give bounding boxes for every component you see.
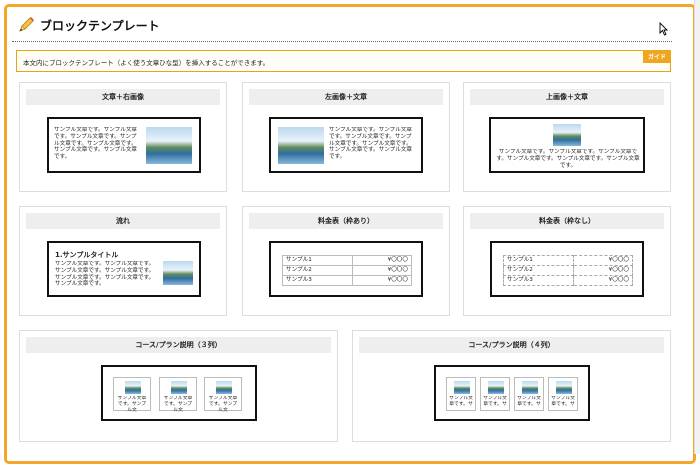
- panel-header: ブロックテンプレート: [12, 10, 672, 42]
- table-row: サンプル2 ¥〇〇〇: [281, 265, 412, 276]
- course-image: [556, 381, 572, 394]
- price-row-price: ¥〇〇〇: [352, 265, 412, 276]
- course-image: [454, 381, 470, 394]
- template-card-price-table-bordered[interactable]: 料金表（枠あり） サンプル1 ¥〇〇〇 サンプル2 ¥〇〇〇 サンプル3 ¥〇〇〇: [242, 206, 450, 316]
- course-text: サンプル文章です。サ: [483, 396, 507, 407]
- course-text: サンプル文章です。サンプル文: [117, 396, 147, 413]
- price-row-price: ¥〇〇〇: [573, 255, 633, 266]
- card-title: 文章＋右画像: [26, 89, 220, 105]
- course-text: サンプル文章です。サ: [449, 396, 473, 407]
- template-preview: サンプル文章です。サンプル文章です。サンプル文章です。サンプル文章です。サンプル…: [269, 117, 423, 173]
- table-row: サンプル1 ¥〇〇〇: [281, 255, 412, 266]
- price-row-name: サンプル3: [281, 275, 354, 286]
- guide-box: 本文内にブロックテンプレート（よく使う文章ひな型）を挿入することができます。 ガ…: [16, 50, 671, 72]
- course-item: サンプル文章です。サ: [548, 377, 578, 411]
- template-preview: サンプル文章です。サンプル文 サンプル文章です。サンプル文 サンプル文章です。サ…: [101, 365, 257, 421]
- template-card-price-table-borderless[interactable]: 料金表（枠なし） サンプル1 ¥〇〇〇 サンプル2 ¥〇〇〇 サンプル3 ¥〇〇〇: [463, 206, 671, 316]
- card-title: 流れ: [26, 213, 220, 229]
- course-item: サンプル文章です。サンプル文: [159, 377, 197, 413]
- cursor-icon: [659, 22, 668, 36]
- template-preview: サンプル文章です。サ サンプル文章です。サ サンプル文章です。サ サンプル文章で…: [434, 365, 590, 421]
- preview-text: サンプル文章です。サンプル文章です。サンプル文章です。サンプル文章です。サンプル…: [54, 127, 138, 161]
- course-item: サンプル文章です。サンプル文: [113, 377, 151, 413]
- template-card-top-image-text[interactable]: 上画像＋文章 サンプル文章です。サンプル文章です。サンプル文章です。サンプル文章…: [463, 82, 671, 192]
- price-row-price: ¥〇〇〇: [573, 265, 633, 276]
- price-row-name: サンプル3: [502, 275, 575, 286]
- price-row-price: ¥〇〇〇: [352, 255, 412, 266]
- template-card-left-image-text[interactable]: 左画像＋文章 サンプル文章です。サンプル文章です。サンプル文章です。サンプル文章…: [242, 82, 450, 192]
- course-image: [125, 381, 141, 394]
- table-row: サンプル3 ¥〇〇〇: [502, 275, 633, 286]
- preview-image: [553, 124, 581, 146]
- template-preview: サンプル文章です。サンプル文章です。サンプル文章です。サンプル文章です。サンプル…: [47, 117, 201, 173]
- course-text: サンプル文章です。サ: [517, 396, 541, 407]
- card-title: コース/プラン説明（４列）: [359, 337, 664, 353]
- preview-text: サンプル文章です。サンプル文章です。サンプル文章です。サンプル文章です。サンプル…: [496, 149, 640, 169]
- price-table: サンプル1 ¥〇〇〇 サンプル2 ¥〇〇〇 サンプル3 ¥〇〇〇: [281, 255, 412, 286]
- scrollbar[interactable]: [694, 0, 700, 454]
- course-item: サンプル文章です。サンプル文: [204, 377, 242, 413]
- course-text: サンプル文章です。サ: [551, 396, 575, 407]
- template-card-flow[interactable]: 流れ 1.サンプルタイトル サンプル文章です。サンプル文章です。サンプル文章です…: [19, 206, 227, 316]
- price-row-name: サンプル2: [281, 265, 354, 276]
- preview-image: [278, 127, 324, 164]
- card-title: 上画像＋文章: [470, 89, 664, 105]
- template-preview: 1.サンプルタイトル サンプル文章です。サンプル文章です。サンプル文章です。サン…: [47, 241, 201, 297]
- price-row-name: サンプル1: [502, 255, 575, 266]
- preview-image: [163, 261, 193, 285]
- preview-image: [146, 127, 192, 164]
- template-preview: サンプル1 ¥〇〇〇 サンプル2 ¥〇〇〇 サンプル3 ¥〇〇〇: [490, 241, 644, 297]
- template-card-text-right-image[interactable]: 文章＋右画像 サンプル文章です。サンプル文章です。サンプル文章です。サンプル文章…: [19, 82, 227, 192]
- page-title: ブロックテンプレート: [40, 19, 160, 33]
- course-image: [216, 381, 232, 394]
- template-preview: サンプル文章です。サンプル文章です。サンプル文章です。サンプル文章です。サンプル…: [489, 117, 645, 173]
- course-item: サンプル文章です。サ: [514, 377, 544, 411]
- course-image: [488, 381, 504, 394]
- pencil-icon: [19, 17, 34, 32]
- course-text: サンプル文章です。サンプル文: [163, 396, 193, 413]
- table-row: サンプル2 ¥〇〇〇: [502, 265, 633, 276]
- card-title: 料金表（枠あり）: [249, 213, 443, 229]
- preview-heading: 1.サンプルタイトル: [55, 251, 119, 259]
- price-row-name: サンプル1: [281, 255, 354, 266]
- course-image: [522, 381, 538, 394]
- price-row-price: ¥〇〇〇: [573, 275, 633, 286]
- template-preview: サンプル1 ¥〇〇〇 サンプル2 ¥〇〇〇 サンプル3 ¥〇〇〇: [269, 241, 423, 297]
- course-text: サンプル文章です。サンプル文: [208, 396, 238, 413]
- course-image: [171, 381, 187, 394]
- guide-badge[interactable]: ガイド: [642, 50, 671, 63]
- template-card-course-3col[interactable]: コース/プラン説明（３列） サンプル文章です。サンプル文 サンプル文章です。サン…: [19, 330, 338, 442]
- card-title: 料金表（枠なし）: [470, 213, 664, 229]
- template-card-course-4col[interactable]: コース/プラン説明（４列） サンプル文章です。サ サンプル文章です。サ サンプル…: [352, 330, 671, 442]
- preview-text: サンプル文章です。サンプル文章です。サンプル文章です。サンプル文章です。サンプル…: [329, 127, 413, 161]
- table-row: サンプル3 ¥〇〇〇: [281, 275, 412, 286]
- price-row-price: ¥〇〇〇: [352, 275, 412, 286]
- table-row: サンプル1 ¥〇〇〇: [502, 255, 633, 266]
- preview-text: サンプル文章です。サンプル文章です。サンプル文章です。サンプル文章です。サンプル…: [55, 261, 155, 288]
- guide-text: 本文内にブロックテンプレート（よく使う文章ひな型）を挿入することができます。: [23, 59, 270, 67]
- card-title: 左画像＋文章: [249, 89, 443, 105]
- course-item: サンプル文章です。サ: [446, 377, 476, 411]
- price-row-name: サンプル2: [502, 265, 575, 276]
- price-table: サンプル1 ¥〇〇〇 サンプル2 ¥〇〇〇 サンプル3 ¥〇〇〇: [502, 255, 633, 286]
- card-title: コース/プラン説明（３列）: [26, 337, 331, 353]
- course-item: サンプル文章です。サ: [480, 377, 510, 411]
